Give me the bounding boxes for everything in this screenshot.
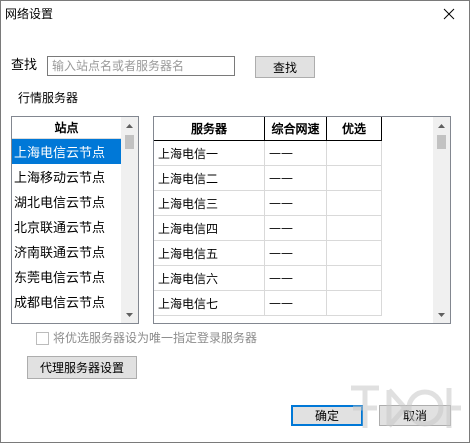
search-label: 查找 xyxy=(11,58,38,73)
server-name-cell: 上海电信六 xyxy=(154,266,265,291)
proxy-settings-button[interactable]: 代理服务器设置 xyxy=(27,356,137,379)
server-name-cell: 上海电信五 xyxy=(154,241,265,266)
scroll-up-arrow-icon[interactable] xyxy=(121,117,138,134)
server-preferred-cell xyxy=(327,266,382,291)
station-list[interactable]: 站点 上海电信云节点 上海移动云节点 湖北电信云节点 北京联通云节点 济南联通云节点 东莞… xyxy=(11,116,139,324)
column-header-speed[interactable]: 综合网速 xyxy=(265,117,327,141)
station-list-header: 站点 xyxy=(12,117,121,139)
scroll-down-arrow-icon[interactable] xyxy=(433,306,450,323)
close-button[interactable] xyxy=(431,1,467,27)
server-speed-cell: —— xyxy=(265,241,327,266)
window-title: 网络设置 xyxy=(5,7,54,21)
only-preferred-label: 将优选服务器设为唯一指定登录服务器 xyxy=(53,331,258,345)
server-preferred-cell xyxy=(327,191,382,216)
station-list-item[interactable]: 上海电信云节点 xyxy=(12,139,121,164)
cancel-button[interactable]: 取消 xyxy=(379,405,451,426)
station-list-scroll-thumb[interactable] xyxy=(125,135,134,149)
server-name-cell: 上海电信七 xyxy=(154,291,265,316)
server-preferred-cell xyxy=(327,216,382,241)
server-grid-scrollbar[interactable] xyxy=(433,117,450,323)
server-speed-cell: —— xyxy=(265,291,327,316)
search-button[interactable]: 查找 xyxy=(255,56,315,78)
station-list-item[interactable]: 上海移动云节点 xyxy=(12,164,121,189)
server-name-cell: 上海电信二 xyxy=(154,166,265,191)
station-list-scrollbar[interactable] xyxy=(121,117,138,323)
station-list-item[interactable]: 济南联通云节点 xyxy=(12,239,121,264)
column-header-preferred[interactable]: 优选 xyxy=(327,117,382,141)
station-list-item[interactable]: 北京联通云节点 xyxy=(12,214,121,239)
server-name-cell: 上海电信三 xyxy=(154,191,265,216)
column-header-server[interactable]: 服务器 xyxy=(154,117,265,141)
server-speed-cell: —— xyxy=(265,191,327,216)
server-preferred-cell xyxy=(327,241,382,266)
station-list-item[interactable]: 湖北电信云节点 xyxy=(12,189,121,214)
server-name-cell: 上海电信四 xyxy=(154,216,265,241)
scroll-up-arrow-icon[interactable] xyxy=(433,117,450,134)
title-bar: 网络设置 xyxy=(1,1,469,31)
ok-button[interactable]: 确定 xyxy=(291,405,363,426)
server-speed-cell: —— xyxy=(265,166,327,191)
server-grid-scroll-thumb[interactable] xyxy=(437,135,446,149)
server-speed-cell: —— xyxy=(265,266,327,291)
server-speed-cell: —— xyxy=(265,141,327,166)
server-name-cell: 上海电信一 xyxy=(154,141,265,166)
network-settings-dialog: 网络设置 查找 查找 行情服务器 站点 上海电信云节点上海移动云节点湖北电信云节… xyxy=(0,0,470,443)
server-preferred-cell xyxy=(327,291,382,316)
only-preferred-checkbox[interactable] xyxy=(36,332,49,345)
scroll-down-arrow-icon[interactable] xyxy=(121,306,138,323)
search-input[interactable] xyxy=(47,56,235,76)
station-list-item[interactable]: 东莞电信云节点 xyxy=(12,264,121,289)
server-speed-cell: —— xyxy=(265,216,327,241)
station-list-item[interactable]: 成都电信云节点 xyxy=(12,289,121,314)
section-label: 行情服务器 xyxy=(18,91,79,105)
server-preferred-cell xyxy=(327,141,382,166)
close-icon xyxy=(443,8,455,20)
server-grid[interactable]: 服务器 综合网速 优选 上海电信一 —— 上海电信二 —— 上海电信三 —— 上海电信四 ——… xyxy=(153,116,451,324)
server-preferred-cell xyxy=(327,166,382,191)
